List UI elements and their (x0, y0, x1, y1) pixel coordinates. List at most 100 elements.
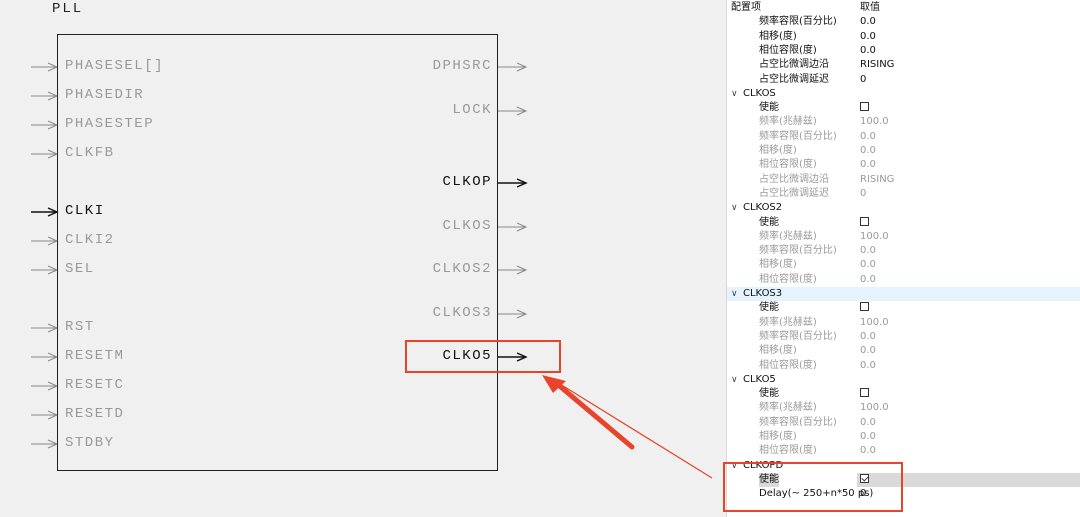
input-port-rst[interactable]: RST (65, 319, 95, 335)
property-value[interactable]: 0.0 (860, 244, 876, 258)
enable-checkbox[interactable] (860, 388, 869, 398)
input-port-sel[interactable]: SEL (65, 261, 95, 277)
input-port-clki2[interactable]: CLKI2 (65, 232, 115, 248)
property-value[interactable]: 0 (860, 73, 866, 87)
group-clkos3[interactable]: ∨ CLKOS3 (727, 287, 1080, 301)
property-key: 相位容限(度) (759, 44, 817, 56)
property-row[interactable]: 相位容限(度) 0.0 (727, 273, 1080, 287)
input-port-stdby[interactable]: STDBY (65, 435, 115, 451)
property-row[interactable]: 频率容限(百分比) 0.0 (727, 416, 1080, 430)
property-row[interactable]: 使能 (727, 101, 1080, 115)
input-port-resetm[interactable]: RESETM (65, 348, 124, 364)
property-row[interactable]: 相移(度) 0.0 (727, 258, 1080, 272)
property-row[interactable]: 频率(兆赫兹) 100.0 (727, 230, 1080, 244)
property-key: 使能 (759, 388, 779, 400)
property-value[interactable]: 0.0 (860, 258, 876, 272)
property-row[interactable]: 相位容限(度) 0.0 (727, 359, 1080, 373)
property-row[interactable]: 占空比微调延迟 0 (727, 187, 1080, 201)
input-wire-resetc (31, 381, 59, 391)
property-row[interactable]: 频率(兆赫兹) 100.0 (727, 401, 1080, 415)
group-clkos2[interactable]: ∨ CLKOS2 (727, 201, 1080, 215)
enable-checkbox[interactable] (860, 102, 869, 112)
property-value[interactable]: RISING (860, 173, 894, 187)
property-row[interactable]: 相位容限(度) 0.0 (727, 444, 1080, 458)
property-row[interactable]: 频率(兆赫兹) 100.0 (727, 316, 1080, 330)
property-row[interactable]: 频率容限(百分比) 0.0 (727, 15, 1080, 29)
chevron-down-icon[interactable]: ∨ (731, 373, 738, 387)
property-value[interactable]: 100.0 (860, 316, 889, 330)
output-port-lock[interactable]: LOCK (452, 102, 492, 118)
property-key: 相位容限(度) (759, 159, 817, 171)
enable-checkbox[interactable] (860, 216, 869, 226)
property-row[interactable]: 占空比微调延迟 0 (727, 73, 1080, 87)
property-value[interactable]: 0.0 (860, 330, 876, 344)
output-wire-clkop (498, 178, 528, 188)
property-value[interactable]: 0.0 (860, 130, 876, 144)
property-value[interactable]: 0.0 (860, 30, 876, 44)
property-value[interactable]: 0.0 (860, 359, 876, 373)
input-wire-resetd (31, 410, 59, 420)
input-port-phasestep[interactable]: PHASESTEP (65, 116, 154, 132)
property-value[interactable]: 0.0 (860, 15, 876, 29)
property-value[interactable]: 100.0 (860, 115, 889, 129)
property-row[interactable]: 频率容限(百分比) 0.0 (727, 244, 1080, 258)
property-row[interactable]: 相移(度) 0.0 (727, 430, 1080, 444)
output-wire-clkos3 (498, 309, 528, 319)
property-key: 使能 (759, 302, 779, 314)
property-row[interactable]: 相移(度) 0.0 (727, 144, 1080, 158)
input-port-resetc[interactable]: RESETC (65, 377, 124, 393)
property-value[interactable]: 0.0 (860, 416, 876, 430)
property-row[interactable]: 频率容限(百分比) 0.0 (727, 130, 1080, 144)
output-port-clkop[interactable]: CLKOP (442, 174, 492, 190)
chevron-down-icon[interactable]: ∨ (731, 287, 738, 301)
property-value[interactable]: 0.0 (860, 273, 876, 287)
group-name: CLKOS (743, 87, 776, 99)
input-port-clki[interactable]: CLKI (65, 203, 105, 219)
property-value[interactable]: 0.0 (860, 158, 876, 172)
property-key: 使能 (759, 216, 779, 228)
property-row[interactable]: 占空比微调边沿 RISING (727, 173, 1080, 187)
property-row[interactable]: 使能 (727, 301, 1080, 315)
input-port-clkfb[interactable]: CLKFB (65, 145, 115, 161)
property-value[interactable]: 0.0 (860, 430, 876, 444)
property-row[interactable]: 相位容限(度) 0.0 (727, 158, 1080, 172)
property-row[interactable]: 相移(度) 0.0 (727, 30, 1080, 44)
property-value[interactable]: 100.0 (860, 401, 889, 415)
enable-checkbox[interactable] (860, 302, 869, 312)
group-clko5[interactable]: ∨ CLKO5 (727, 373, 1080, 387)
output-port-clkos[interactable]: CLKOS (442, 218, 492, 234)
property-key: 相移(度) (759, 30, 797, 42)
property-row[interactable]: 频率(兆赫兹) 100.0 (727, 115, 1080, 129)
property-value[interactable]: 0.0 (860, 44, 876, 58)
group-clkos[interactable]: ∨ CLKOS (727, 87, 1080, 101)
property-row[interactable]: 占空比微调边沿 RISING (727, 58, 1080, 72)
clkopd-highlight-box (723, 462, 903, 512)
input-port-resetd[interactable]: RESETD (65, 406, 124, 422)
input-port-phasesel[interactable]: PHASESEL[] (65, 58, 164, 74)
input-port-phasedir[interactable]: PHASEDIR (65, 87, 144, 103)
property-value[interactable]: 100.0 (860, 230, 889, 244)
chevron-down-icon[interactable]: ∨ (731, 201, 738, 215)
output-port-dphsrc[interactable]: DPHSRC (433, 58, 492, 74)
property-key: 相移(度) (759, 431, 797, 442)
property-key: 频率(兆赫兹) (759, 116, 817, 128)
property-row[interactable]: 使能 (727, 387, 1080, 401)
input-wire-clkfb (31, 149, 59, 159)
property-value[interactable]: 0.0 (860, 444, 876, 458)
property-value[interactable]: 0 (860, 187, 866, 201)
output-port-clkos2[interactable]: CLKOS2 (433, 261, 492, 277)
property-value[interactable]: 0.0 (860, 144, 876, 158)
property-value-cell (860, 216, 869, 230)
input-wire-sel (31, 265, 59, 275)
chevron-down-icon[interactable]: ∨ (731, 87, 738, 101)
property-value[interactable]: RISING (860, 58, 894, 72)
output-port-clkos3[interactable]: CLKOS3 (433, 305, 492, 321)
property-row[interactable]: 相位容限(度) 0.0 (727, 44, 1080, 58)
property-key: 占空比微调边沿 (759, 173, 829, 185)
property-row[interactable]: 使能 (727, 216, 1080, 230)
property-row[interactable]: 频率容限(百分比) 0.0 (727, 330, 1080, 344)
property-value[interactable]: 0.0 (860, 344, 876, 358)
group-name: CLKOS2 (743, 202, 783, 214)
property-row[interactable]: 相移(度) 0.0 (727, 344, 1080, 358)
input-wire-resetm (31, 352, 59, 362)
